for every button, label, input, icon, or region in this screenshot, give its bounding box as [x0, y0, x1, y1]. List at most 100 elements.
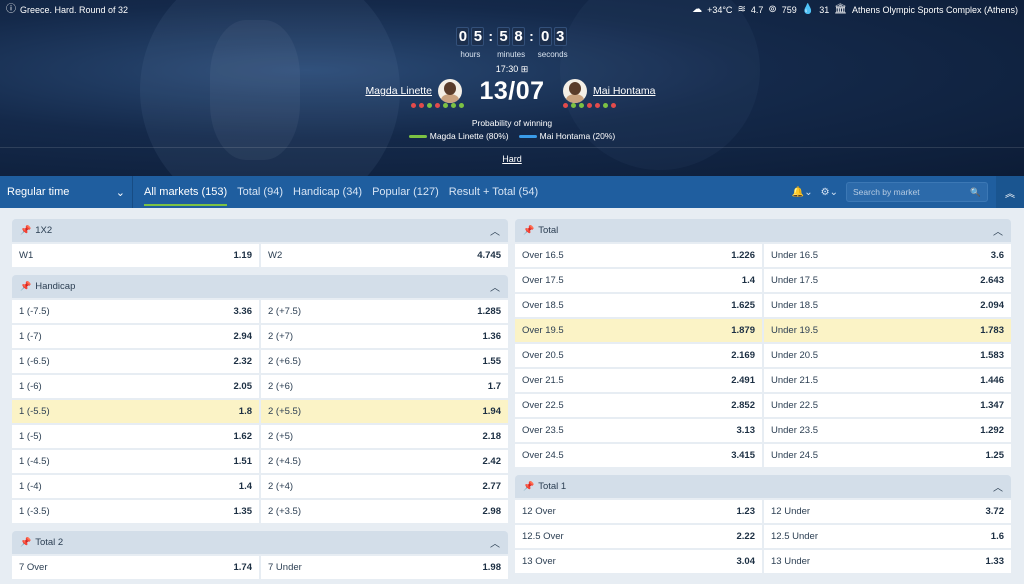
pin-icon[interactable]: 📌 [20, 225, 31, 236]
pin-icon[interactable]: 📌 [20, 537, 31, 548]
odds-value: 2.77 [482, 481, 502, 492]
odds-cell[interactable]: 1 (-4.5) 1.51 [12, 450, 259, 473]
odds-cell[interactable]: 12 Over 1.23 [515, 500, 762, 523]
odds-cell[interactable]: Over 17.5 1.4 [515, 269, 762, 292]
odds-cell[interactable]: 2 (+7.5) 1.285 [261, 300, 508, 323]
pin-icon[interactable]: 📌 [523, 225, 534, 236]
odds-cell[interactable]: Over 18.5 1.625 [515, 294, 762, 317]
odds-cell[interactable]: 1 (-6) 2.05 [12, 375, 259, 398]
odds-cell[interactable]: 7 Over 1.74 [12, 556, 259, 579]
period-select[interactable]: Regular time ⌄ [0, 176, 133, 208]
probability-item: Magda Linette (80%) [408, 131, 509, 141]
tab-all-markets[interactable]: All markets (153) [144, 176, 228, 208]
odds-cell[interactable]: Over 24.5 3.415 [515, 444, 762, 467]
odds-cell[interactable]: 1 (-7) 2.94 [12, 325, 259, 348]
odds-cell[interactable]: 2 (+5) 2.18 [261, 425, 508, 448]
form-dot [419, 103, 424, 108]
bell-icon[interactable]: 🔔⌄ [792, 187, 813, 198]
outcome-label: Under 16.5 [771, 250, 819, 261]
minutes-digit: 8 [512, 27, 526, 46]
odds-cell[interactable]: 2 (+7) 1.36 [261, 325, 508, 348]
pin-icon[interactable]: 📌 [523, 481, 534, 492]
market-header[interactable]: 📌 Handicap ︿ [12, 275, 508, 298]
chevron-up-icon[interactable]: ︿ [993, 223, 1003, 238]
odds-row: 1 (-5) 1.62 2 (+5) 2.18 [12, 425, 508, 448]
outcome-label: 2 (+7) [268, 331, 294, 342]
odds-cell[interactable]: 7 Under 1.98 [261, 556, 508, 579]
chevron-up-icon[interactable]: ︿ [490, 223, 500, 238]
odds-cell[interactable]: 2 (+6.5) 1.55 [261, 350, 508, 373]
search-icon[interactable]: 🔍 [970, 187, 981, 198]
tab-handicap[interactable]: Handicap (34) [293, 176, 362, 208]
odds-cell[interactable]: 2 (+3.5) 2.98 [261, 500, 508, 523]
odds-cell[interactable]: 12.5 Over 2.22 [515, 525, 762, 548]
chevron-up-icon[interactable]: ︿ [490, 535, 500, 550]
odds-value: 2.05 [233, 381, 253, 392]
market-header[interactable]: 📌 1X2 ︿ [12, 219, 508, 242]
odds-cell[interactable]: Under 20.5 1.583 [764, 344, 1011, 367]
odds-value: 2.094 [980, 300, 1004, 311]
info-icon[interactable]: ⓘ [6, 5, 16, 15]
odds-cell[interactable]: Over 21.5 2.491 [515, 369, 762, 392]
odds-cell[interactable]: 2 (+4.5) 2.42 [261, 450, 508, 473]
tab-popular[interactable]: Popular (127) [372, 176, 439, 208]
search-input[interactable]: Search by market 🔍 [846, 182, 988, 202]
odds-row: 1 (-6) 2.05 2 (+6) 1.7 [12, 375, 508, 398]
form-dot [603, 103, 608, 108]
odds-cell[interactable]: 2 (+5.5) 1.94 [261, 400, 508, 423]
odds-cell[interactable]: 1 (-3.5) 1.35 [12, 500, 259, 523]
probability-title: Probability of winning [471, 118, 553, 128]
odds-cell[interactable]: Over 16.5 1.226 [515, 244, 762, 267]
odds-cell[interactable]: Under 19.5 1.783 [764, 319, 1011, 342]
odds-cell[interactable]: Over 19.5 1.879 [515, 319, 762, 342]
odds-cell[interactable]: 13 Over 3.04 [515, 550, 762, 573]
market-title: Total 1 [538, 481, 567, 492]
odds-cell[interactable]: 13 Under 1.33 [764, 550, 1011, 573]
odds-cell[interactable]: 1 (-6.5) 2.32 [12, 350, 259, 373]
outcome-label: 2 (+4.5) [268, 456, 302, 467]
odds-cell[interactable]: Under 21.5 1.446 [764, 369, 1011, 392]
odds-cell[interactable]: Over 23.5 3.13 [515, 419, 762, 442]
pin-icon[interactable]: 📌 [20, 281, 31, 292]
tab-total[interactable]: Total (94) [237, 176, 283, 208]
odds-cell[interactable]: 1 (-4) 1.4 [12, 475, 259, 498]
odds-cell[interactable]: W2 4.745 [261, 244, 508, 267]
chevron-up-icon[interactable]: ︿ [993, 479, 1003, 494]
market-header[interactable]: 📌 Total 1 ︿ [515, 475, 1011, 498]
surface-link[interactable]: Hard [0, 154, 1024, 164]
market-handicap: 📌 Handicap ︿ 1 (-7.5) 3.36 2 (+7.5) 1.285 1 (-7… [12, 275, 508, 523]
odds-value: 1.19 [233, 250, 253, 261]
odds-cell[interactable]: 12 Under 3.72 [764, 500, 1011, 523]
odds-cell[interactable]: 2 (+4) 2.77 [261, 475, 508, 498]
odds-cell[interactable]: W1 1.19 [12, 244, 259, 267]
odds-cell[interactable]: Over 20.5 2.169 [515, 344, 762, 367]
odds-cell[interactable]: 12.5 Under 1.6 [764, 525, 1011, 548]
market-1x2: 📌 1X2 ︿ W1 1.19 W2 4.745 [12, 219, 508, 267]
add-to-calendar-icon[interactable]: ⊞ [521, 64, 529, 74]
odds-value: 2.94 [233, 331, 253, 342]
odds-cell[interactable]: Under 18.5 2.094 [764, 294, 1011, 317]
odds-row: 12.5 Over 2.22 12.5 Under 1.6 [515, 525, 1011, 548]
market-title: Total 2 [35, 537, 64, 548]
outcome-label: Over 23.5 [522, 425, 564, 436]
gear-icon[interactable]: ⚙⌄ [821, 187, 838, 198]
form-dot [411, 103, 416, 108]
odds-cell[interactable]: 1 (-5) 1.62 [12, 425, 259, 448]
player-2-name[interactable]: Mai Hontama [593, 85, 655, 97]
chevron-up-icon[interactable]: ︿ [490, 279, 500, 294]
event-title: Greece. Hard. Round of 32 [20, 5, 129, 15]
odds-cell[interactable]: 1 (-7.5) 3.36 [12, 300, 259, 323]
odds-cell[interactable]: Under 23.5 1.292 [764, 419, 1011, 442]
odds-cell[interactable]: Under 22.5 1.347 [764, 394, 1011, 417]
collapse-button[interactable]: ︽ [996, 176, 1024, 208]
odds-cell[interactable]: Under 17.5 2.643 [764, 269, 1011, 292]
market-header[interactable]: 📌 Total ︿ [515, 219, 1011, 242]
odds-cell[interactable]: Under 16.5 3.6 [764, 244, 1011, 267]
odds-cell[interactable]: Over 22.5 2.852 [515, 394, 762, 417]
tab-result-total[interactable]: Result + Total (54) [449, 176, 538, 208]
odds-cell[interactable]: 1 (-5.5) 1.8 [12, 400, 259, 423]
odds-cell[interactable]: Under 24.5 1.25 [764, 444, 1011, 467]
market-header[interactable]: 📌 Total 2 ︿ [12, 531, 508, 554]
odds-cell[interactable]: 2 (+6) 1.7 [261, 375, 508, 398]
odds-value: 1.55 [482, 356, 502, 367]
